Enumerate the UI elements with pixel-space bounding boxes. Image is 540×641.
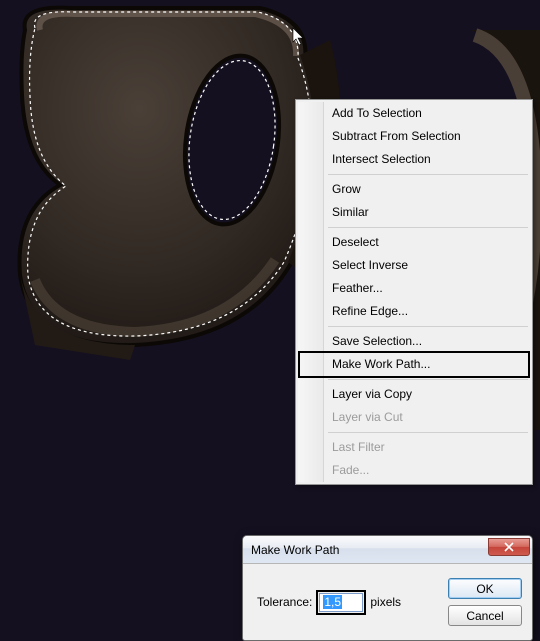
dialog-titlebar[interactable]: Make Work Path	[243, 536, 532, 564]
dialog-title: Make Work Path	[251, 543, 488, 557]
menu-layer-via-copy[interactable]: Layer via Copy	[298, 383, 530, 406]
context-menu: Add To Selection Subtract From Selection…	[295, 99, 533, 485]
menu-separator	[328, 227, 528, 228]
menu-select-inverse[interactable]: Select Inverse	[298, 254, 530, 277]
menu-add-to-selection[interactable]: Add To Selection	[298, 102, 530, 125]
menu-save-selection[interactable]: Save Selection...	[298, 330, 530, 353]
ok-button[interactable]: OK	[448, 578, 522, 599]
menu-fade: Fade...	[298, 459, 530, 482]
menu-separator	[328, 174, 528, 175]
menu-similar[interactable]: Similar	[298, 201, 530, 224]
menu-separator	[328, 432, 528, 433]
menu-separator	[328, 326, 528, 327]
tolerance-input[interactable]: 1,5	[319, 593, 363, 612]
menu-make-work-path[interactable]: Make Work Path...	[298, 351, 530, 378]
menu-subtract-from-selection[interactable]: Subtract From Selection	[298, 125, 530, 148]
menu-deselect[interactable]: Deselect	[298, 231, 530, 254]
tolerance-input-highlight: 1,5	[316, 590, 366, 615]
close-icon	[504, 542, 514, 552]
dialog-close-button[interactable]	[488, 538, 530, 556]
menu-grow[interactable]: Grow	[298, 178, 530, 201]
tolerance-value: 1,5	[323, 595, 342, 609]
menu-separator	[328, 379, 528, 380]
menu-layer-via-cut: Layer via Cut	[298, 406, 530, 429]
menu-feather[interactable]: Feather...	[298, 277, 530, 300]
cancel-button[interactable]: Cancel	[448, 605, 522, 626]
make-work-path-dialog: Make Work Path Tolerance: 1,5 pixels OK …	[242, 535, 533, 641]
menu-last-filter: Last Filter	[298, 436, 530, 459]
tolerance-unit: pixels	[370, 595, 401, 609]
tolerance-label: Tolerance:	[257, 595, 312, 609]
menu-refine-edge[interactable]: Refine Edge...	[298, 300, 530, 323]
menu-intersect-selection[interactable]: Intersect Selection	[298, 148, 530, 171]
